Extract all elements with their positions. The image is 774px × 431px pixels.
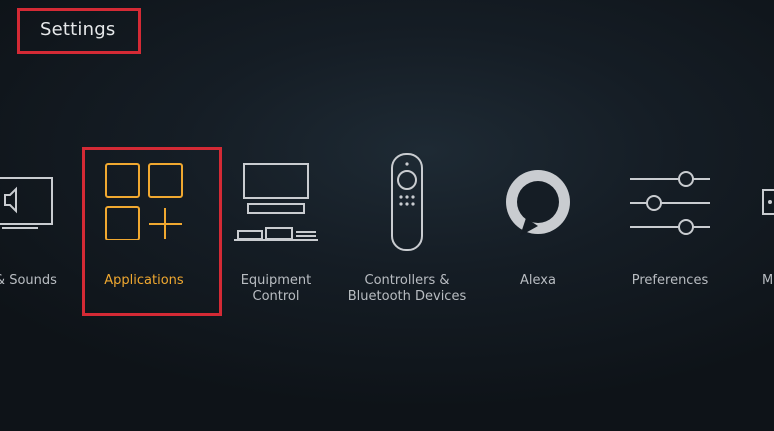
tv-speaker-icon (0, 177, 53, 229)
sliders-icon (630, 171, 710, 235)
tile-alexa[interactable]: Alexa (498, 160, 578, 300)
tile-label: M (762, 273, 774, 288)
alexa-ring-icon (506, 170, 570, 236)
tile-equipment-control[interactable]: Equipment Control (232, 160, 320, 310)
tile-controllers-bluetooth[interactable]: Controllers & Bluetooth Devices (348, 152, 466, 312)
remote-control-icon (391, 153, 423, 251)
tile-display-sounds[interactable]: y & Sounds (0, 160, 60, 300)
tile-label: Equipment Control (240, 273, 312, 304)
tile-preferences[interactable]: Preferences (628, 160, 712, 300)
tile-label: Alexa (520, 273, 556, 288)
tile-my-fire-tv[interactable]: M (760, 160, 774, 300)
tv-soundbar-icon (234, 163, 318, 241)
tile-label: Preferences (631, 273, 709, 288)
device-icon (762, 189, 774, 215)
tile-label: Controllers & Bluetooth Devices (347, 273, 467, 304)
focus-highlight-box (82, 147, 222, 316)
tile-label: y & Sounds (0, 273, 57, 288)
